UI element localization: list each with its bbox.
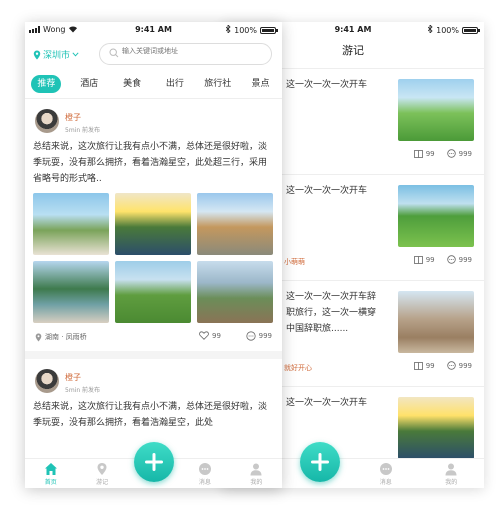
note-title: 这一次一次一次开车	[286, 80, 368, 90]
post-header: 橙子 5min 前发布	[33, 369, 274, 397]
tab-travel-agency[interactable]: 旅行社	[196, 74, 239, 96]
tab-mine[interactable]: 我的	[419, 459, 485, 488]
author-name[interactable]: 橙子	[65, 372, 81, 383]
tab-food[interactable]: 美食	[111, 74, 154, 96]
add-button[interactable]	[133, 442, 174, 482]
bottom-tab-bar: 首页 游记 消息 我的	[25, 442, 282, 488]
author-name[interactable]: 橙子	[65, 112, 81, 123]
battery-icon	[462, 26, 480, 34]
add-button[interactable]	[300, 442, 341, 482]
location-pin-icon	[35, 333, 42, 341]
note-title: 这一次一次一次开车	[286, 186, 368, 196]
user-icon	[445, 463, 457, 476]
city-selector[interactable]: 深圳市	[33, 48, 79, 61]
note-author[interactable]: 小萌萌	[284, 257, 305, 267]
chevron-down-icon	[72, 52, 79, 57]
reads-count: 99	[413, 361, 435, 370]
search-box[interactable]	[99, 43, 272, 65]
post-photo[interactable]	[33, 261, 109, 323]
heart-icon	[199, 331, 209, 340]
reads-count: 99	[413, 255, 435, 264]
tab-add[interactable]	[128, 442, 179, 488]
comment-icon	[446, 149, 456, 158]
city-label: 深圳市	[43, 51, 71, 61]
post-card[interactable]: 橙子 5min 前发布 总结来说，这次旅行让我有点小不满，总体还是很好啦，淡季玩…	[25, 359, 282, 431]
location-pin-icon	[97, 463, 107, 475]
location-pin-icon	[33, 50, 41, 59]
like-button[interactable]: 99	[199, 331, 221, 340]
book-icon	[413, 255, 423, 264]
note-meta: 99 999	[413, 149, 472, 158]
post-photo[interactable]	[197, 193, 273, 255]
category-tabs: 推荐 酒店 美食 出行 旅行社 景点	[25, 74, 282, 96]
comment-icon	[446, 255, 456, 264]
note-meta: 99 999	[413, 361, 472, 370]
book-icon	[413, 149, 423, 158]
tab-mine[interactable]: 我的	[231, 459, 282, 488]
note-thumbnail	[398, 185, 474, 247]
search-icon	[109, 48, 119, 58]
tab-travel[interactable]: 出行	[153, 74, 196, 96]
tab-messages[interactable]: 消息	[353, 459, 419, 488]
note-title: 这一次一次一次开车	[286, 398, 368, 408]
tab-recommend[interactable]: 推荐	[25, 74, 68, 96]
tab-add[interactable]	[288, 442, 354, 488]
bluetooth-icon	[427, 24, 433, 35]
post-header: 橙子 5min 前发布	[33, 109, 274, 137]
battery-icon	[260, 26, 278, 34]
comment-button[interactable]: 999	[246, 331, 272, 341]
post-photo[interactable]	[197, 261, 273, 323]
status-right: 100%	[225, 24, 278, 35]
post-photo[interactable]	[33, 193, 109, 255]
note-title: 这一次一次一次开车辞职旅行，这一次一横穿中国辞职旅......	[286, 292, 377, 334]
post-text: 总结来说，这次旅行让我有点小不满，总体还是很好啦，淡季玩耍，没有那么拥挤，看着浩…	[33, 402, 268, 428]
tab-messages[interactable]: 消息	[179, 459, 230, 488]
post-time: 5min 前发布	[65, 127, 101, 134]
post-photo[interactable]	[115, 261, 191, 323]
post-time: 5min 前发布	[65, 387, 101, 394]
bluetooth-icon	[225, 24, 231, 35]
status-right: 100%	[427, 24, 480, 35]
note-meta: 99 999	[413, 255, 472, 264]
reads-count: 99	[413, 149, 435, 158]
tab-hotel[interactable]: 酒店	[68, 74, 111, 96]
post-location[interactable]: 湖南 · 凤雨桥	[35, 332, 87, 342]
post-separator	[25, 351, 282, 359]
post-footer: 湖南 · 凤雨桥 99 999	[33, 323, 274, 351]
message-icon	[198, 463, 211, 475]
message-icon	[379, 463, 392, 475]
search-input[interactable]	[122, 47, 262, 55]
avatar[interactable]	[35, 369, 59, 393]
photo-grid	[33, 193, 274, 323]
book-icon	[413, 361, 423, 370]
search-bar: 深圳市	[25, 42, 282, 68]
user-icon	[250, 463, 262, 476]
note-author[interactable]: 就好开心	[284, 363, 312, 373]
comment-icon	[446, 361, 456, 370]
battery-percent: 100%	[234, 25, 257, 35]
home-screen: Wong 9:41 AM 100% 深圳市 推荐 酒店 美食 出行 旅行社 景点	[25, 22, 282, 488]
home-icon	[44, 463, 57, 475]
note-thumbnail	[398, 291, 474, 353]
post-photo[interactable]	[115, 193, 191, 255]
post-feed: 橙子 5min 前发布 总结来说，这次旅行让我有点小不满，总体还是很好啦，淡季玩…	[25, 98, 282, 458]
tab-attractions[interactable]: 景点	[239, 74, 282, 96]
post-card[interactable]: 橙子 5min 前发布 总结来说，这次旅行让我有点小不满，总体还是很好啦，淡季玩…	[25, 99, 282, 351]
comment-icon	[246, 331, 256, 341]
avatar[interactable]	[35, 109, 59, 133]
note-thumbnail	[398, 397, 474, 458]
battery-percent: 100%	[436, 25, 459, 35]
note-thumbnail	[398, 79, 474, 141]
tab-travel-notes[interactable]: 游记	[76, 459, 127, 488]
comments-count[interactable]: 999	[446, 361, 472, 370]
comments-count[interactable]: 999	[446, 255, 472, 264]
post-text: 总结来说，这次旅行让我有点小不满，总体还是很好啦，淡季玩耍，没有那么拥挤，看着浩…	[33, 142, 268, 184]
status-bar: Wong 9:41 AM 100%	[25, 22, 282, 38]
tab-home[interactable]: 首页	[25, 459, 76, 488]
comments-count[interactable]: 999	[446, 149, 472, 158]
